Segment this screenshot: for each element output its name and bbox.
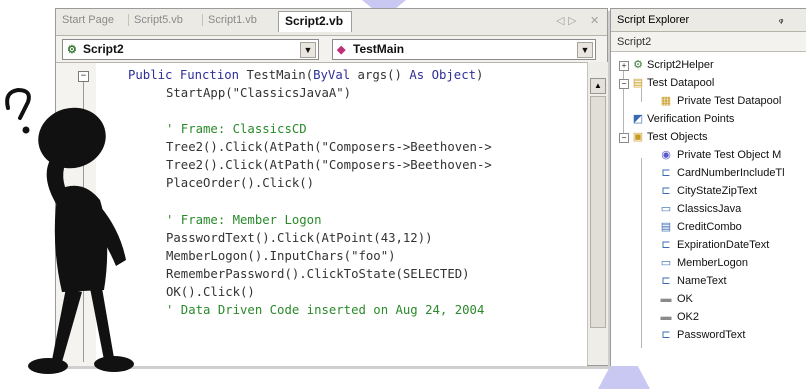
- tab-start-page[interactable]: Start Page: [62, 14, 114, 26]
- script-explorer-panel: Script Explorer ᵩ Script2 + ⚙ Script2Hel…: [610, 8, 806, 366]
- tree-item-private-test-object[interactable]: Private Test Object M: [677, 149, 781, 161]
- tab-scroll-right-icon[interactable]: ▷: [568, 14, 576, 27]
- vertical-scrollbar[interactable]: ▲: [587, 62, 608, 365]
- collapse-icon[interactable]: −: [619, 133, 629, 143]
- tree-item-script2helper[interactable]: Script2Helper: [647, 59, 714, 71]
- expand-icon[interactable]: +: [619, 61, 629, 71]
- tree-item-ok2[interactable]: OK2: [677, 311, 699, 323]
- torso-icon: [54, 185, 108, 292]
- scroll-up-icon[interactable]: ▲: [590, 78, 606, 94]
- code-line-9: MemberLogon().InputChars("foo"): [166, 249, 396, 263]
- code-line-8: PasswordText().Click(AtPoint(43,12)): [166, 231, 433, 245]
- combo-icon: ▤: [660, 221, 672, 233]
- code-line-11: OK().Click(): [166, 285, 255, 299]
- test-objects-folder-icon: ▣: [632, 131, 644, 143]
- explorer-tree: + ⚙ Script2Helper − ▤ Test Datapool ▦ Pr…: [611, 51, 806, 366]
- tree-item-passwordtext[interactable]: PasswordText: [677, 329, 745, 341]
- method-dropdown[interactable]: ◆ TestMain ▼: [332, 39, 596, 60]
- question-mark-icon: [5, 87, 31, 120]
- window-icon: ▭: [660, 257, 672, 269]
- text-field-icon: ⊏: [661, 167, 671, 179]
- leg-icon: [52, 288, 82, 362]
- question-dot-icon: [22, 126, 30, 134]
- chevron-down-icon[interactable]: ▼: [300, 42, 316, 58]
- tree-item-citystatezip[interactable]: CityStateZipText: [677, 185, 757, 197]
- tree-item-classicsjava[interactable]: ClassicsJava: [677, 203, 741, 215]
- tab-scroll-left-icon[interactable]: ◁: [556, 14, 564, 27]
- shoe-icon: [94, 356, 134, 372]
- class-dropdown-value: Script2: [83, 42, 124, 56]
- text-field-icon: ⊏: [661, 239, 671, 251]
- tree-item-verification-points[interactable]: Verification Points: [647, 113, 734, 125]
- script-class-icon: ⚙: [67, 44, 77, 56]
- editor-tab-bar: Start Page Script5.vb Script1.vb Script2…: [56, 9, 607, 36]
- helper-icon: ⚙: [633, 59, 643, 71]
- tree-item-ok[interactable]: OK: [677, 293, 693, 305]
- chevron-down-icon[interactable]: ▼: [577, 42, 593, 58]
- explorer-title: Script Explorer: [617, 14, 690, 26]
- method-dropdown-value: TestMain: [353, 42, 405, 56]
- code-line-5: Tree2().Click(AtPath("Composers->Beethov…: [166, 158, 492, 172]
- head-icon: [38, 107, 106, 169]
- verification-point-icon: ◩: [632, 113, 644, 125]
- code-line-1: Public Function TestMain(ByVal args() As…: [128, 68, 484, 82]
- tab-script5[interactable]: Script5.vb: [128, 14, 183, 26]
- text-field-icon: ⊏: [661, 185, 671, 197]
- tree-item-test-objects[interactable]: Test Objects: [647, 131, 708, 143]
- leg-icon: [90, 288, 114, 360]
- code-comment: ' Frame: ClassicsCD: [166, 122, 307, 136]
- collapse-icon[interactable]: −: [619, 79, 629, 89]
- tab-script1[interactable]: Script1.vb: [202, 14, 257, 26]
- tree-line: [641, 158, 642, 348]
- code-line-10: RememberPassword().ClickToState(SELECTED…: [166, 267, 470, 281]
- tree-item-cardnumber[interactable]: CardNumberIncludeTl: [677, 167, 785, 179]
- globe-icon: ◉: [661, 149, 671, 161]
- pin-icon[interactable]: ᵩ: [779, 14, 783, 25]
- explorer-script-name: Script2: [617, 36, 652, 48]
- shoe-icon: [28, 358, 68, 374]
- tree-item-expirationdate[interactable]: ExpirationDateText: [677, 239, 769, 251]
- method-icon: ◆: [337, 44, 346, 56]
- button-icon: ▬: [660, 293, 672, 305]
- tree-line: [623, 66, 624, 136]
- tree-item-creditcombo[interactable]: CreditCombo: [677, 221, 742, 233]
- scrollbar-thumb[interactable]: [590, 96, 606, 328]
- tree-item-private-datapool[interactable]: Private Test Datapool: [677, 95, 781, 107]
- code-comment: ' Frame: Member Logon: [166, 213, 322, 227]
- explorer-title-bar: Script Explorer ᵩ: [611, 9, 806, 32]
- button-icon: ▬: [660, 311, 672, 323]
- tree-item-test-datapool[interactable]: Test Datapool: [647, 77, 714, 89]
- close-icon[interactable]: ✕: [590, 14, 599, 27]
- thinking-man-illustration: [5, 87, 134, 374]
- text-field-icon: ⊏: [661, 275, 671, 287]
- text-field-icon: ⊏: [661, 329, 671, 341]
- code-line-4: Tree2().Click(AtPath("Composers->Beethov…: [166, 140, 492, 154]
- code-line-2: StartApp("ClassicsJavaA"): [166, 86, 352, 100]
- class-dropdown[interactable]: ⚙ Script2 ▼: [62, 39, 319, 60]
- code-comment: ' Data Driven Code inserted on Aug 24, 2…: [166, 303, 485, 317]
- tree-item-memberlogon[interactable]: MemberLogon: [677, 257, 748, 269]
- code-line-6: PlaceOrder().Click(): [166, 176, 315, 190]
- tab-script2[interactable]: Script2.vb: [278, 11, 353, 32]
- datapool-icon: ▤: [632, 77, 644, 89]
- window-icon: ▭: [660, 203, 672, 215]
- tree-line: [641, 88, 642, 102]
- tree-item-nametext[interactable]: NameText: [677, 275, 727, 287]
- table-icon: ▦: [660, 95, 672, 107]
